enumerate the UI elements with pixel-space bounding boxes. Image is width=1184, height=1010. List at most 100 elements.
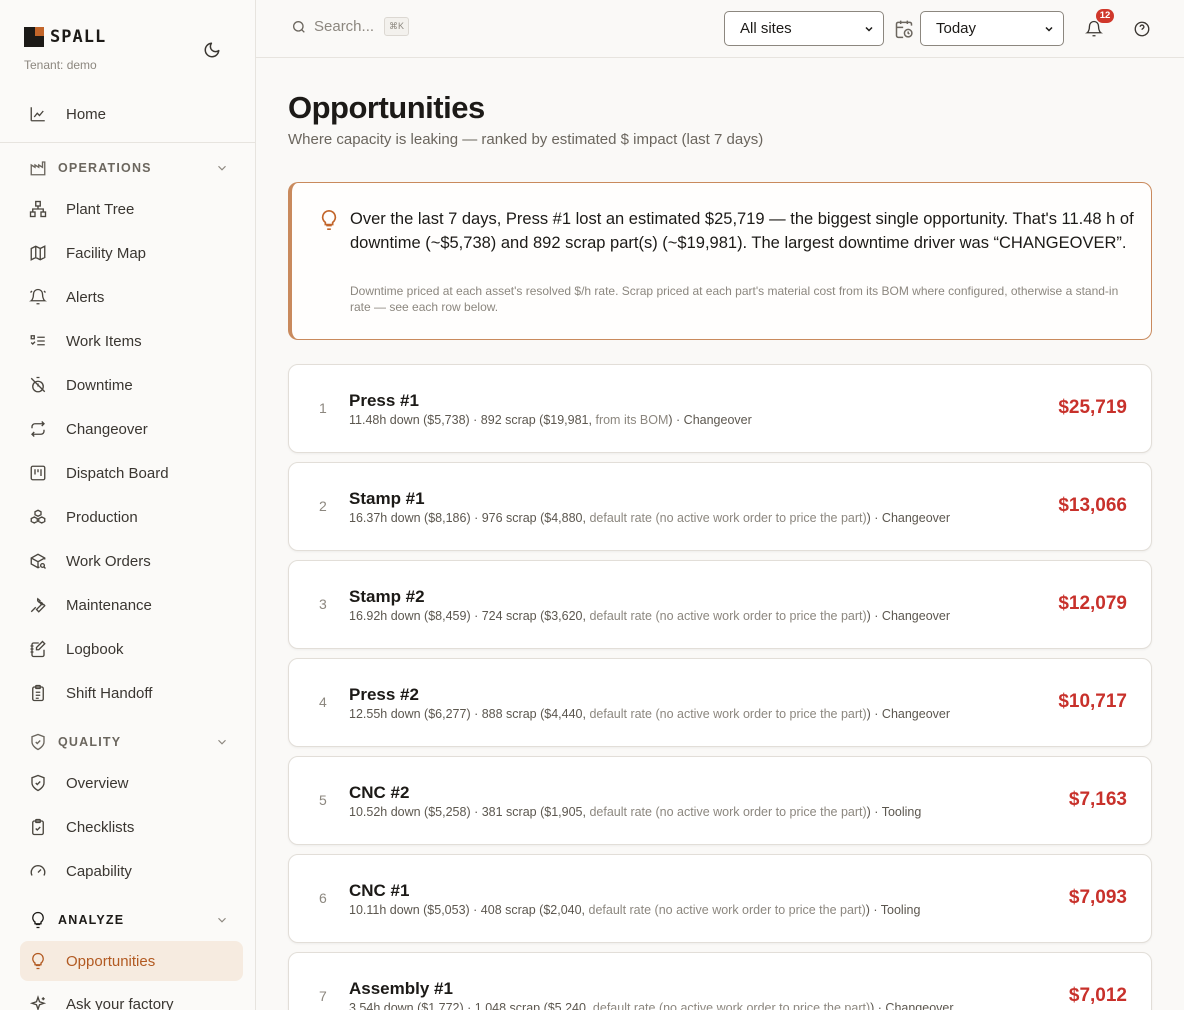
opportunity-row[interactable]: 1 Press #1 11.48h down ($5,738) · 892 sc… [288, 364, 1152, 453]
gauge-icon [28, 861, 48, 881]
site-select[interactable]: All sites [724, 11, 884, 46]
nav-home[interactable]: Home [20, 94, 243, 134]
sidebar: SPALL Tenant: demo Home OPERATIONS Plant… [0, 0, 256, 1010]
scrap-pricing-basis: from its BOM [595, 413, 669, 427]
scrap-pricing-basis: default rate (no active work order to pr… [589, 707, 867, 721]
opportunity-amount: $13,066 [1058, 495, 1127, 516]
nav-dispatch-board[interactable]: Dispatch Board [20, 453, 243, 493]
opportunity-asset-name: CNC #1 [349, 881, 410, 900]
nav-downtime[interactable]: Downtime [20, 365, 243, 405]
notebook-pen-icon [28, 639, 48, 659]
opportunity-row[interactable]: 6 CNC #1 10.11h down ($5,053) · 408 scra… [288, 854, 1152, 943]
section-quality[interactable]: QUALITY [20, 726, 243, 758]
tenant-label: Tenant: demo [24, 58, 97, 72]
date-range-select[interactable]: Today [920, 11, 1064, 46]
nav-label: Plant Tree [66, 200, 135, 218]
nav-label: Work Items [66, 332, 142, 350]
nav-quality-overview[interactable]: Overview [20, 763, 243, 803]
nav-label: Facility Map [66, 244, 147, 262]
nav-label: Maintenance [66, 596, 152, 614]
search-icon [290, 18, 308, 36]
topbar: Search... ⌘K All sites Today 12 [256, 0, 1184, 58]
boxes-icon [28, 507, 48, 527]
scrap-pricing-basis: default rate (no active work order to pr… [592, 1001, 871, 1010]
opportunity-amount: $10,717 [1058, 691, 1127, 712]
shield-check-icon [28, 732, 48, 752]
nav-label: Shift Handoff [66, 684, 153, 702]
opportunity-row[interactable]: 3 Stamp #2 16.92h down ($8,459) · 724 sc… [288, 560, 1152, 649]
shield-check-icon [28, 773, 48, 793]
details-driver: ) · Changeover [866, 609, 951, 623]
nav-maintenance[interactable]: Maintenance [20, 585, 243, 625]
nav-label: Overview [66, 774, 129, 792]
notification-badge: 12 [1096, 9, 1114, 23]
insight-text: Over the last 7 days, Press #1 lost an e… [350, 210, 1134, 252]
nav-label: Ask your factory [66, 995, 174, 1010]
chevron-down-icon [218, 739, 226, 745]
section-analyze-title: ANALYZE [58, 913, 125, 927]
nav-plant-tree[interactable]: Plant Tree [20, 189, 243, 229]
timer-off-icon [28, 375, 48, 395]
chevron-down-icon [865, 26, 873, 32]
nav-ask-your-factory[interactable]: Ask your factory [20, 984, 243, 1010]
opportunity-row[interactable]: 5 CNC #2 10.52h down ($5,258) · 381 scra… [288, 756, 1152, 845]
details-driver: ) · Tooling [866, 805, 922, 819]
nav-work-orders[interactable]: Work Orders [20, 541, 243, 581]
site-select-value: All sites [740, 20, 792, 37]
opportunity-rank: 3 [319, 596, 327, 612]
page-subtitle: Where capacity is leaking — ranked by es… [288, 131, 764, 148]
opportunity-rank: 4 [319, 694, 327, 710]
section-operations[interactable]: OPERATIONS [20, 152, 243, 184]
opportunity-rank: 5 [319, 792, 327, 808]
nav-facility-map[interactable]: Facility Map [20, 233, 243, 273]
nav-shift-handoff[interactable]: Shift Handoff [20, 673, 243, 713]
opportunity-details: 12.55h down ($6,277) · 888 scrap ($4,440… [349, 707, 950, 721]
nav-home-label: Home [66, 105, 107, 123]
details-driver: ) · Changeover [668, 413, 752, 427]
nav-work-items[interactable]: Work Items [20, 321, 243, 361]
opportunity-amount: $7,012 [1068, 985, 1127, 1006]
search-shortcut-hint: ⌘K [384, 17, 410, 36]
nav-checklists[interactable]: Checklists [20, 807, 243, 847]
network-icon [28, 199, 48, 219]
opportunity-rank: 2 [319, 498, 327, 514]
opportunity-asset-name: Press #1 [349, 391, 419, 410]
search-placeholder: Search... [314, 18, 375, 35]
nav-label: Opportunities [66, 952, 156, 970]
search-input[interactable]: Search... ⌘K [290, 17, 410, 36]
opportunity-asset-name: Stamp #1 [349, 489, 425, 508]
section-analyze[interactable]: ANALYZE [20, 904, 243, 936]
details-main: 12.55h down ($6,277) · 888 scrap ($4,440… [349, 707, 590, 721]
lightbulb-icon [321, 210, 337, 230]
details-main: 11.48h down ($5,738) · 892 scrap ($19,98… [349, 413, 596, 427]
calendar-clock-icon [895, 20, 913, 39]
nav-alerts[interactable]: Alerts [20, 277, 243, 317]
opportunity-amount: $7,093 [1068, 887, 1127, 908]
details-driver: ) · Changeover [866, 511, 951, 525]
brand-logo[interactable]: SPALL [24, 22, 106, 52]
nav-production[interactable]: Production [20, 497, 243, 537]
opportunity-row[interactable]: 2 Stamp #1 16.37h down ($8,186) · 976 sc… [288, 462, 1152, 551]
scrap-pricing-basis: default rate (no active work order to pr… [589, 805, 867, 819]
opportunity-amount: $12,079 [1058, 593, 1127, 614]
nav-label: Changeover [66, 420, 148, 438]
nav-opportunities[interactable]: Opportunities [20, 941, 243, 981]
logo-mark-icon [24, 27, 44, 47]
package-search-icon [28, 551, 48, 571]
opportunity-asset-name: Stamp #2 [349, 587, 425, 606]
opportunity-rank: 1 [319, 400, 327, 416]
theme-toggle-button[interactable] [200, 38, 224, 62]
lightbulb-icon [28, 951, 48, 971]
kanban-icon [28, 463, 48, 483]
nav-label: Work Orders [66, 552, 151, 570]
nav-label: Logbook [66, 640, 124, 658]
nav-capability[interactable]: Capability [20, 851, 243, 891]
opportunity-amount: $25,719 [1058, 397, 1127, 418]
help-circle-icon[interactable] [1130, 17, 1154, 41]
opportunity-row[interactable]: 4 Press #2 12.55h down ($6,277) · 888 sc… [288, 658, 1152, 747]
nav-logbook[interactable]: Logbook [20, 629, 243, 669]
nav-changeover[interactable]: Changeover [20, 409, 243, 449]
map-icon [28, 243, 48, 263]
opportunity-row[interactable]: 7 Assembly #1 3.54h down ($1,772) · 1,04… [288, 952, 1152, 1010]
scrap-pricing-basis: default rate (no active work order to pr… [588, 903, 866, 917]
